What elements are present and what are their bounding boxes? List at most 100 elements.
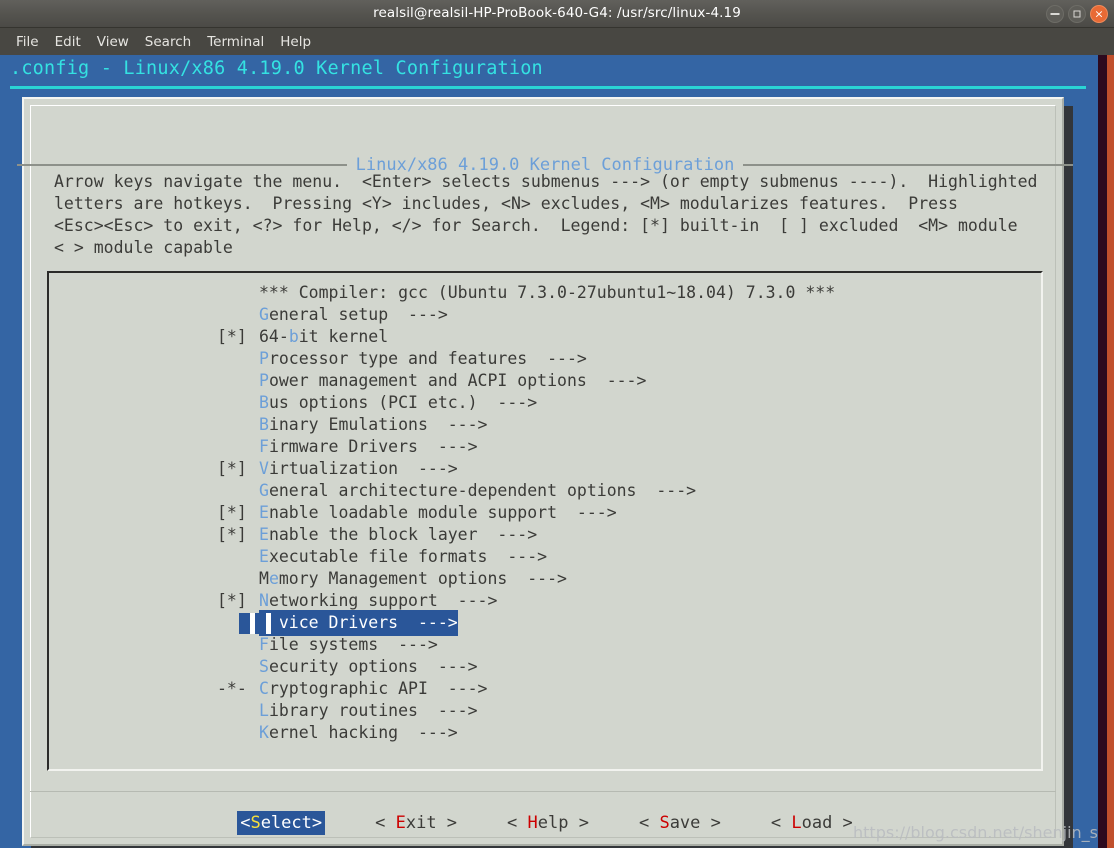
menu-item[interactable]: [*] Virtualization ---> bbox=[49, 458, 1041, 480]
menu-item-hotkey: N bbox=[259, 591, 269, 610]
menu-item-label: Enable the block layer ---> bbox=[259, 524, 537, 546]
menu-item-label-post: inary Emulations ---> bbox=[268, 415, 488, 434]
button-separator bbox=[30, 791, 1056, 792]
button-hotkey: E bbox=[395, 813, 406, 833]
menu-item-label-post: eneral setup ---> bbox=[268, 305, 448, 324]
menu-item-label: Binary Emulations ---> bbox=[259, 414, 487, 436]
menu-item-label: Memory Management options ---> bbox=[259, 568, 567, 590]
button-bracket-left: < bbox=[240, 813, 251, 833]
menu-item[interactable]: [*] 64-bit kernel bbox=[49, 326, 1041, 348]
menu-item-label-post: ernel hacking ---> bbox=[268, 723, 458, 742]
menu-item-label: Bus options (PCI etc.) ---> bbox=[259, 392, 537, 414]
menu-item[interactable]: Power management and ACPI options ---> bbox=[49, 370, 1041, 392]
menu-item-selection-marker bbox=[239, 613, 280, 634]
menu-item-label-post: ower management and ACPI options ---> bbox=[268, 371, 647, 390]
button-hotkey: S bbox=[250, 813, 261, 833]
menu-item[interactable]: General setup ---> bbox=[49, 304, 1041, 326]
menu-item-label: Enable loadable module support ---> bbox=[259, 502, 617, 524]
menu-item[interactable]: Executable file formats ---> bbox=[49, 546, 1041, 568]
menu-item-label-post: xecutable file formats ---> bbox=[268, 547, 548, 566]
menu-item-label-post: us options (PCI etc.) ---> bbox=[268, 393, 538, 412]
button-label-rest: xit > bbox=[405, 813, 458, 833]
menu-item-hotkey: E bbox=[259, 525, 269, 544]
menubar-item-help[interactable]: Help bbox=[272, 31, 319, 53]
menu-item-label-post: ile systems ---> bbox=[268, 635, 438, 654]
menu-item[interactable]: Bus options (PCI etc.) ---> bbox=[49, 392, 1041, 414]
menu-item-label: Executable file formats ---> bbox=[259, 546, 547, 568]
menu-item-label-post: etworking support ---> bbox=[268, 591, 498, 610]
maximize-button[interactable] bbox=[1068, 5, 1086, 23]
menu-item[interactable]: Memory Management options ---> bbox=[49, 568, 1041, 590]
menu-bar: File Edit View Search Terminal Help bbox=[0, 28, 1114, 55]
window-edge-strip bbox=[1098, 55, 1107, 848]
menubar-item-view[interactable]: View bbox=[89, 31, 137, 53]
menu-item-label-post: mory Management options ---> bbox=[278, 569, 567, 588]
terminal-screen: .config - Linux/x86 4.19.0 Kernel Config… bbox=[0, 55, 1098, 848]
menu-item-label-pre: M bbox=[259, 569, 269, 588]
menu-item[interactable]: Firmware Drivers ---> bbox=[49, 436, 1041, 458]
button-hotkey: H bbox=[527, 813, 538, 833]
menu-item-label-post: rocessor type and features ---> bbox=[268, 349, 587, 368]
menu-item-label-pre: *** Compiler: gcc (Ubuntu 7.3.0-27ubuntu… bbox=[259, 283, 836, 302]
menu-item-label-post: it kernel bbox=[298, 327, 389, 346]
menu-item[interactable]: Binary Emulations ---> bbox=[49, 414, 1041, 436]
menu-item[interactable]: [*] Enable loadable module support ---> bbox=[49, 502, 1041, 524]
button-load[interactable]: < Load > bbox=[771, 813, 853, 833]
menu-item-label: Processor type and features ---> bbox=[259, 348, 587, 370]
menu-item-hotkey: F bbox=[259, 437, 269, 456]
menu-item-label: Device Drivers ---> bbox=[259, 610, 458, 636]
menu-item-hotkey: K bbox=[259, 723, 269, 742]
window-titlebar: realsil@realsil-HP-ProBook-640-G4: /usr/… bbox=[0, 0, 1114, 28]
button-hotkey: S bbox=[659, 813, 670, 833]
menu-item-label: File systems ---> bbox=[259, 634, 438, 656]
button-save[interactable]: < Save > bbox=[639, 813, 721, 833]
menu-item-hotkey: L bbox=[259, 701, 269, 720]
menu-item-label: Firmware Drivers ---> bbox=[259, 436, 478, 458]
button-exit[interactable]: < Exit > bbox=[375, 813, 457, 833]
menu-item-hotkey: G bbox=[259, 305, 269, 324]
menu-item-label: Cryptographic API ---> bbox=[259, 678, 487, 700]
menu-item[interactable]: [*] Enable the block layer ---> bbox=[49, 524, 1041, 546]
menu-item-hotkey: b bbox=[288, 327, 299, 346]
menu-item[interactable]: Library routines ---> bbox=[49, 700, 1041, 722]
close-icon: × bbox=[1094, 7, 1104, 21]
config-heading: .config - Linux/x86 4.19.0 Kernel Config… bbox=[10, 58, 543, 79]
menubar-item-file[interactable]: File bbox=[8, 31, 47, 53]
maximize-icon bbox=[1073, 10, 1081, 18]
menu-item-label: General setup ---> bbox=[259, 304, 448, 326]
dialog-help-text: Arrow keys navigate the menu. <Enter> se… bbox=[54, 172, 1038, 257]
menu-item[interactable]: Kernel hacking ---> bbox=[49, 722, 1041, 744]
menu-item-label: 64-bit kernel bbox=[259, 326, 388, 348]
menu-item-label-post: irmware Drivers ---> bbox=[268, 437, 478, 456]
menu-item-marker: [*] bbox=[217, 459, 247, 478]
menu-item-selected[interactable]: Device Drivers ---> bbox=[49, 610, 1041, 636]
button-bracket-left: < bbox=[770, 813, 792, 833]
minimize-button[interactable] bbox=[1046, 5, 1064, 23]
menu-item-label-pre: 64- bbox=[259, 327, 289, 346]
menubar-item-edit[interactable]: Edit bbox=[47, 31, 89, 53]
menu-item-label: Virtualization ---> bbox=[259, 458, 458, 480]
menu-item[interactable]: General architecture-dependent options -… bbox=[49, 480, 1041, 502]
button-select[interactable]: <Select> bbox=[237, 811, 326, 835]
menu-item[interactable]: Security options ---> bbox=[49, 656, 1041, 678]
button-hotkey: L bbox=[791, 813, 802, 833]
button-label-rest: oad > bbox=[801, 813, 853, 833]
menu-item-label-post: ecurity options ---> bbox=[268, 657, 478, 676]
menu-item-label: *** Compiler: gcc (Ubuntu 7.3.0-27ubuntu… bbox=[259, 282, 835, 304]
menu-item-label-post: evice Drivers ---> bbox=[268, 613, 458, 632]
window-controls: × bbox=[1046, 5, 1108, 23]
menu-item-label: Security options ---> bbox=[259, 656, 478, 678]
button-help[interactable]: < Help > bbox=[507, 813, 589, 833]
menubar-item-search[interactable]: Search bbox=[137, 31, 199, 53]
menu-item[interactable]: File systems ---> bbox=[49, 634, 1041, 656]
menu-item-hotkey: E bbox=[259, 503, 269, 522]
menu-item-label: General architecture-dependent options -… bbox=[259, 480, 696, 502]
menu-item[interactable]: -*- Cryptographic API ---> bbox=[49, 678, 1041, 700]
menu-item-label-post: irtualization ---> bbox=[268, 459, 458, 478]
terminal-window: realsil@realsil-HP-ProBook-640-G4: /usr/… bbox=[0, 0, 1114, 848]
close-button[interactable]: × bbox=[1090, 5, 1108, 23]
menu-item[interactable]: *** Compiler: gcc (Ubuntu 7.3.0-27ubuntu… bbox=[49, 282, 1041, 304]
menu-item[interactable]: [*] Networking support ---> bbox=[49, 590, 1041, 612]
menu-item[interactable]: Processor type and features ---> bbox=[49, 348, 1041, 370]
menubar-item-terminal[interactable]: Terminal bbox=[199, 31, 272, 53]
